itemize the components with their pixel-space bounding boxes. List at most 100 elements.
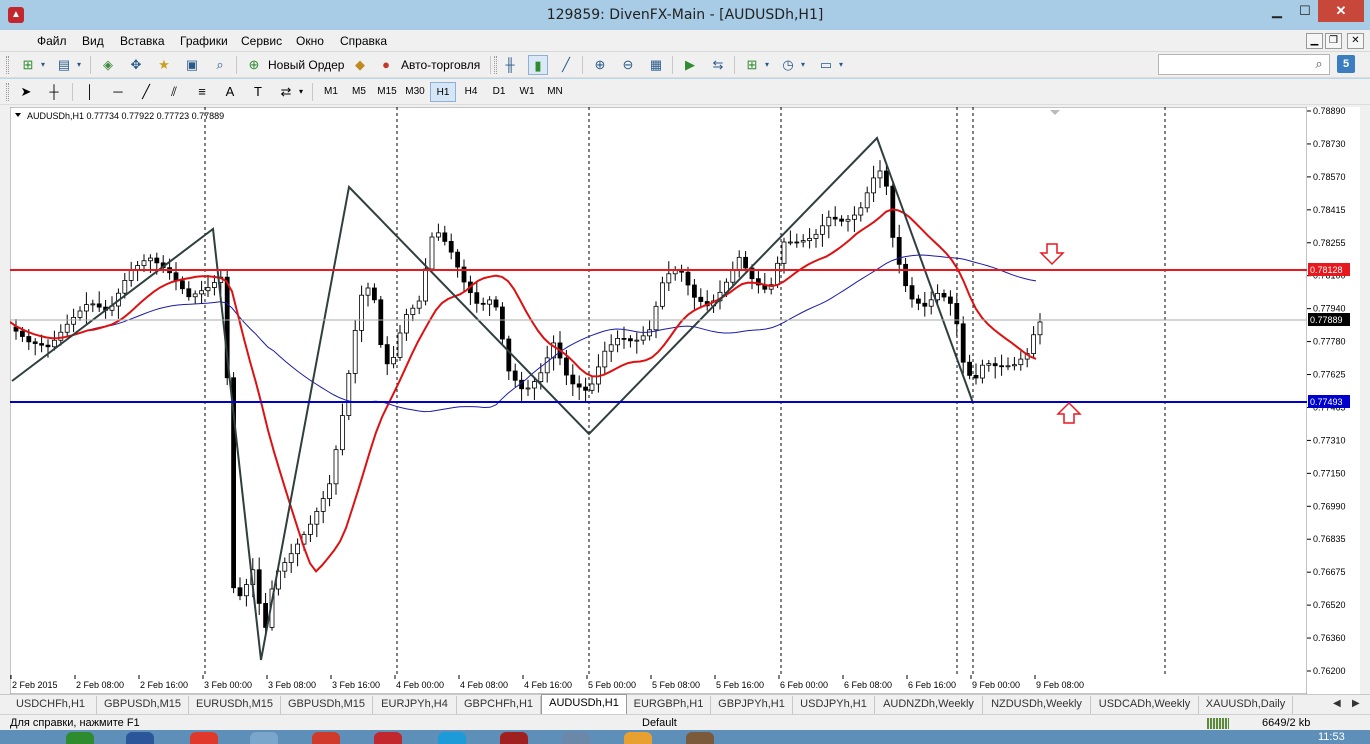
maximize-button[interactable]: ☐ xyxy=(1292,0,1318,22)
terminal-icon[interactable]: ▣ xyxy=(182,55,202,75)
menu-insert[interactable]: Вставка xyxy=(120,34,165,48)
fibonacci-icon[interactable]: ≡ xyxy=(192,82,212,102)
candlestick-chart-icon[interactable]: ▮ xyxy=(528,55,548,75)
tile-windows-icon[interactable]: ▦ xyxy=(646,55,666,75)
menu-charts[interactable]: Графики xyxy=(180,34,228,48)
periods-clock-icon[interactable]: ◷ xyxy=(778,55,798,75)
chevron-down-icon[interactable]: ▾ xyxy=(74,55,84,75)
navigator-icon[interactable]: ★ xyxy=(154,55,174,75)
yandex-icon[interactable] xyxy=(312,732,340,744)
tab-gbpjpyh-h1[interactable]: GBPJPYh,H1 xyxy=(711,696,793,714)
text-label-icon[interactable]: T xyxy=(248,82,268,102)
tab-usdchfh-h1[interactable]: USDCHFh,H1 xyxy=(5,696,97,714)
explorer-icon[interactable] xyxy=(250,732,278,744)
excel-icon[interactable] xyxy=(66,732,94,744)
candle-body xyxy=(576,383,582,388)
search-input[interactable] xyxy=(1158,54,1330,75)
bar-chart-icon[interactable]: ╫ xyxy=(500,55,520,75)
toolbar-grip[interactable] xyxy=(6,56,9,74)
tab-scroll-left-icon[interactable]: ◀ xyxy=(1333,698,1341,709)
zoom-out-icon[interactable]: ⊖ xyxy=(618,55,638,75)
crosshair-icon[interactable]: ┼ xyxy=(44,82,64,102)
timeframe-d1[interactable]: D1 xyxy=(486,82,512,102)
market-watch-icon[interactable]: ◈ xyxy=(98,55,118,75)
timeframe-m30[interactable]: M30 xyxy=(402,82,428,102)
app-task-icon[interactable] xyxy=(500,732,528,744)
tab-eurgbph-h1[interactable]: EURGBPh,H1 xyxy=(627,696,711,714)
menu-view[interactable]: Вид xyxy=(82,34,104,48)
zoom-in-icon[interactable]: ⊕ xyxy=(590,55,610,75)
mdi-minimize-button[interactable]: ▁ xyxy=(1306,33,1323,49)
line-chart-icon[interactable]: ╱ xyxy=(556,55,576,75)
tab-gbpusdh-m15-2[interactable]: GBPUSDh,M15 xyxy=(281,696,373,714)
candle-body xyxy=(877,170,883,179)
new-chart-icon[interactable]: ⊞ xyxy=(18,55,38,75)
arrows-icon[interactable]: ⇄ xyxy=(276,82,296,102)
horizontal-line-icon[interactable]: ─ xyxy=(108,82,128,102)
timeframe-h1[interactable]: H1 xyxy=(430,82,456,102)
new-order-button[interactable]: Новый Ордер xyxy=(268,58,344,72)
firefox-icon[interactable] xyxy=(624,732,652,744)
tab-audnzdh-weekly[interactable]: AUDNZDh,Weekly xyxy=(875,696,983,714)
timeframe-m15[interactable]: M15 xyxy=(374,82,400,102)
skype-icon[interactable] xyxy=(438,732,466,744)
tab-audusdh-h1[interactable]: AUDUSDh,H1 xyxy=(541,694,627,714)
strategy-tester-icon[interactable]: ⌕ xyxy=(210,55,230,75)
tab-usdjpyh-h1[interactable]: USDJPYh,H1 xyxy=(793,696,875,714)
trendline-icon[interactable]: ╱ xyxy=(136,82,156,102)
chevron-down-icon[interactable]: ▾ xyxy=(38,55,48,75)
vertical-line-icon[interactable]: │ xyxy=(80,82,100,102)
minimize-button[interactable]: ▁ xyxy=(1264,0,1290,22)
metaeditor-icon[interactable]: ◆ xyxy=(350,55,370,75)
word-icon[interactable] xyxy=(126,732,154,744)
chevron-down-icon[interactable]: ▾ xyxy=(762,55,772,75)
chevron-down-icon[interactable]: ▾ xyxy=(296,82,306,102)
chevron-down-icon[interactable]: ▾ xyxy=(798,55,808,75)
price-tick-label: 0.77780 xyxy=(1313,337,1346,347)
tab-gbpusdh-m15[interactable]: GBPUSDh,M15 xyxy=(97,696,189,714)
auto-trading-icon[interactable]: ● xyxy=(376,55,396,75)
timeframe-m1[interactable]: M1 xyxy=(318,82,344,102)
tab-xauusdh-daily[interactable]: XAUUSDh,Daily xyxy=(1199,696,1293,714)
mdi-close-button[interactable]: ✕ xyxy=(1347,33,1364,49)
price-chart[interactable]: 0.78890 0.78730 0.78570 0.78415 0.78255 0.781… xyxy=(10,107,1360,694)
tab-eurjpyh-h4[interactable]: EURJPYh,H4 xyxy=(373,696,457,714)
chrome-icon[interactable] xyxy=(190,732,218,744)
data-window-icon[interactable]: ✥ xyxy=(126,55,146,75)
tab-eurusdh-m15[interactable]: EURUSDh,M15 xyxy=(189,696,281,714)
auto-trading-button[interactable]: Авто-торговля xyxy=(401,58,480,72)
cursor-icon[interactable]: ➤ xyxy=(16,82,36,102)
menu-tools[interactable]: Сервис xyxy=(241,34,282,48)
close-button[interactable]: ✕ xyxy=(1318,0,1364,22)
auto-scroll-icon[interactable]: ▶ xyxy=(680,55,700,75)
metatrader-task-icon[interactable] xyxy=(374,732,402,744)
timeframe-h4[interactable]: H4 xyxy=(458,82,484,102)
text-icon[interactable]: A xyxy=(220,82,240,102)
timeframe-m5[interactable]: M5 xyxy=(346,82,372,102)
tab-nzdusdh-weekly[interactable]: NZDUSDh,Weekly xyxy=(983,696,1091,714)
timeframe-mn[interactable]: MN xyxy=(542,82,568,102)
messages-badge[interactable]: 5 xyxy=(1337,55,1355,73)
menu-window[interactable]: Окно xyxy=(296,34,324,48)
menu-help[interactable]: Справка xyxy=(340,34,387,48)
torrent-icon[interactable] xyxy=(686,732,714,744)
chart-shift-icon[interactable]: ⇆ xyxy=(708,55,728,75)
network-app-icon[interactable] xyxy=(562,732,590,744)
timeframe-w1[interactable]: W1 xyxy=(514,82,540,102)
indicators-icon[interactable]: ⊞ xyxy=(742,55,762,75)
equidistant-channel-icon[interactable]: ⫽ xyxy=(164,82,184,102)
profiles-icon[interactable]: ▤ xyxy=(54,55,74,75)
menu-file[interactable]: Файл xyxy=(37,34,67,48)
candle-body xyxy=(397,332,403,358)
candle-body xyxy=(448,240,454,253)
tab-scroll-right-icon[interactable]: ▶ xyxy=(1352,698,1360,709)
chevron-down-icon[interactable]: ▾ xyxy=(836,55,846,75)
new-order-icon[interactable]: ⊕ xyxy=(244,55,264,75)
tab-gbpchfh-h1[interactable]: GBPCHFh,H1 xyxy=(457,696,541,714)
search-icon[interactable]: ⌕ xyxy=(1311,56,1327,72)
mdi-restore-button[interactable]: ❐ xyxy=(1325,33,1342,49)
candle-body xyxy=(32,341,38,344)
templates-icon[interactable]: ▭ xyxy=(816,55,836,75)
candle-body xyxy=(84,304,89,312)
tab-usdcadh-weekly[interactable]: USDCADh,Weekly xyxy=(1091,696,1199,714)
